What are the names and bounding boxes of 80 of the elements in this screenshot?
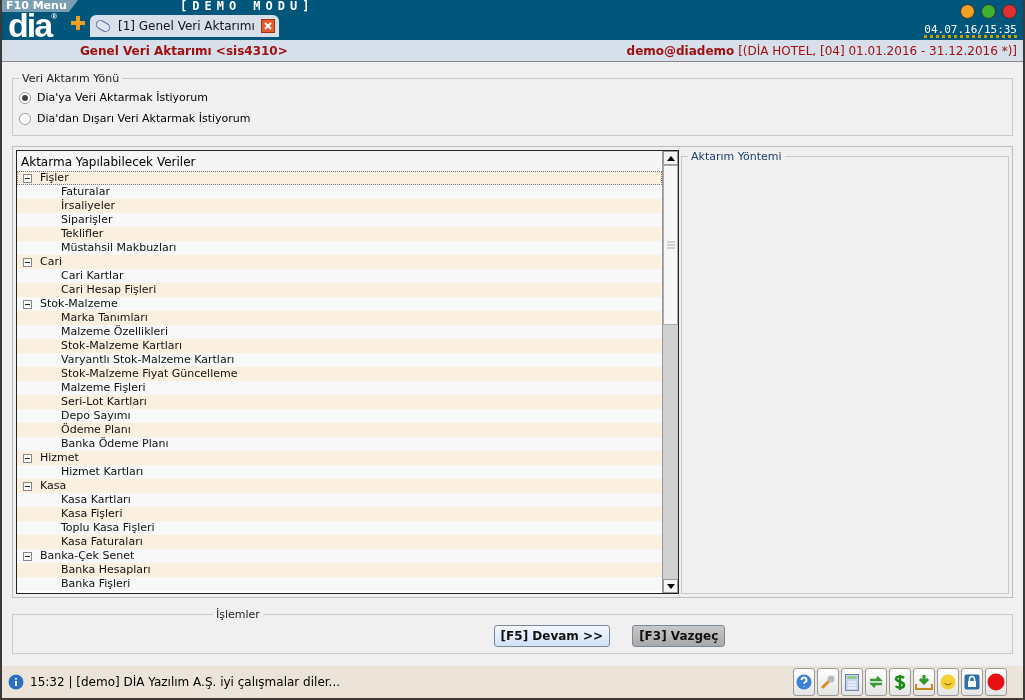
tree-node[interactable]: Hizmet [17,451,662,465]
session-info: demo@diademo [(DİA HOTEL, [04] 01.01.2016 - 31.12.2016 *)] [626,43,1017,58]
toolbar-button[interactable] [865,668,887,696]
collapse-icon[interactable] [23,257,32,267]
scroll-down-icon[interactable] [666,583,675,589]
calculator-icon [845,673,859,691]
group-title: Aktarım Yöntemi [690,150,783,163]
download-icon [915,674,933,690]
info-icon [8,674,24,690]
group-title: Veri Aktarım Yönü [21,72,121,85]
collapse-icon[interactable] [23,551,32,561]
tree-item[interactable]: Stok-Malzeme Kartları [17,339,662,353]
tree-node[interactable]: Kasa [17,479,662,493]
stop-icon [987,673,1005,691]
collapse-icon[interactable] [23,173,32,183]
mode-label: [DEMO MODU] [180,0,315,15]
toolbar-button[interactable] [937,668,959,696]
radio-option[interactable]: Dia'dan Dışarı Veri Aktarmak İstiyorum [19,108,1006,129]
tree-item[interactable]: Stok-Malzeme Fiyat Güncelleme [17,367,662,381]
tree-item[interactable]: Kasa Fişleri [17,507,662,521]
tree-item[interactable]: Teklifler [17,227,662,241]
minimize-icon[interactable] [960,4,975,19]
continue-button[interactable]: [F5] Devam >> [493,625,611,647]
tree-node[interactable]: Cari [17,255,662,269]
tree-item[interactable]: Kasa Kartları [17,493,662,507]
toolbar-button[interactable] [961,668,983,696]
toolbar-button[interactable] [913,668,935,696]
tree-item[interactable]: Banka Ödeme Planı [17,437,662,451]
cancel-button[interactable]: [F3] Vazgeç [632,625,726,647]
tree-item[interactable]: Cari Hesap Fişleri [17,283,662,297]
radio-option[interactable]: Dia'ya Veri Aktarmak İstiyorum [19,87,1006,108]
tree-item[interactable]: Hizmet Kartları [17,465,662,479]
plus-icon[interactable] [70,15,86,31]
tree-item[interactable]: Müstahsil Makbuzları [17,241,662,255]
dollar-icon [894,673,906,691]
tree-item[interactable]: Varyantlı Stok-Malzeme Kartları [17,353,662,367]
lock-icon [964,674,980,690]
link-icon [94,19,112,33]
grip-icon [666,241,675,249]
tree-item[interactable]: Faturalar [17,185,662,199]
radio-button[interactable] [19,112,31,125]
status-message: 15:32 | [demo] DİA Yazılım A.Ş. iyi çalışmalar diler... [30,675,342,689]
scroll-up-icon[interactable] [666,155,675,161]
tree-item[interactable]: Cari Kartlar [17,269,662,283]
tree-node[interactable]: Stok-Malzeme [17,297,662,311]
logo: dia® [8,12,58,40]
tree-heading: Aktarma Yapılabilecek Veriler [17,151,662,171]
collapse-icon[interactable] [23,481,32,491]
document-tab[interactable]: [1] Genel Veri Aktarımı [90,15,279,37]
toolbar-button[interactable] [793,668,815,696]
collapse-icon[interactable] [23,299,32,309]
tree-item[interactable]: İrsaliyeler [17,199,662,213]
maximize-icon[interactable] [981,4,996,19]
tree-item[interactable]: Seri-Lot Kartları [17,395,662,409]
group-title: İşlemler [215,608,261,621]
tree-item[interactable]: Kasa Faturaları [17,535,662,549]
tree-item[interactable]: Malzeme Fişleri [17,381,662,395]
tree-item[interactable]: Siparişler [17,213,662,227]
tree-node[interactable]: Fişler [17,171,662,185]
page-title: Genel Veri Aktarımı <sis4310> [80,43,288,58]
sync-icon [868,674,884,690]
toolbar-button[interactable] [985,668,1007,696]
close-icon[interactable] [260,19,275,33]
tree-item[interactable]: Malzeme Özellikleri [17,325,662,339]
tree-node[interactable]: Banka-Çek Senet [17,549,662,563]
collapse-icon[interactable] [23,453,32,463]
tree-item[interactable]: Ödeme Planı [17,423,662,437]
radio-button[interactable] [19,91,31,104]
toolbar-button[interactable] [841,668,863,696]
scrollbar[interactable] [662,151,678,593]
tree-item[interactable]: Depo Sayımı [17,409,662,423]
tree-item[interactable]: Banka Fişleri [17,577,662,591]
help-icon [796,674,812,690]
smiley-icon [940,674,956,690]
wrench-icon [820,674,836,690]
tree-item[interactable]: Banka Hesapları [17,563,662,577]
toolbar-button[interactable] [889,668,911,696]
toolbar-button[interactable] [817,668,839,696]
tree-item[interactable]: Toplu Kasa Fişleri [17,521,662,535]
tree-item[interactable]: Marka Tanımları [17,311,662,325]
